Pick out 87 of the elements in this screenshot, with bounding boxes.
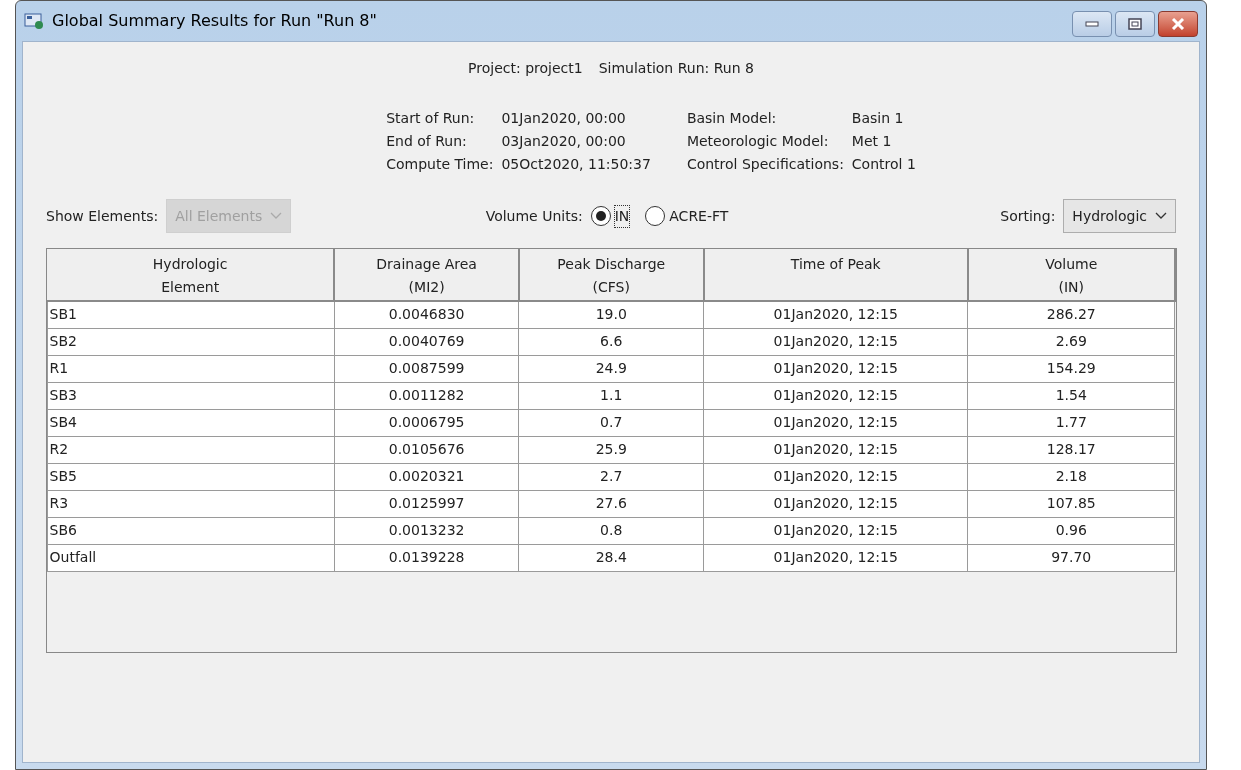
table-cell: 1.54 <box>967 382 1175 409</box>
table-cell: 01Jan2020, 12:15 <box>703 463 968 490</box>
simulation-run-label: Simulation Run: Run 8 <box>598 59 754 78</box>
table-cell: SB5 <box>47 463 335 490</box>
volume-units-label: Volume Units: <box>485 206 583 226</box>
table-cell: 0.0020321 <box>334 463 519 490</box>
table-cell: 25.9 <box>518 436 704 463</box>
table-cell: 2.18 <box>967 463 1175 490</box>
table-cell: 01Jan2020, 12:15 <box>703 328 968 355</box>
close-icon <box>1171 18 1185 30</box>
table-cell: SB3 <box>47 382 335 409</box>
table-cell: 6.6 <box>518 328 704 355</box>
info-label: Basin Model: <box>686 109 778 128</box>
table-cell: R2 <box>47 436 335 463</box>
table-cell: 01Jan2020, 12:15 <box>703 301 968 328</box>
table-cell: 01Jan2020, 12:15 <box>703 436 968 463</box>
radio-label: IN <box>614 205 630 227</box>
table-cell: 2.69 <box>967 328 1175 355</box>
info-value: 05Oct2020, 11:50:37 <box>501 155 651 174</box>
table-cell: SB1 <box>47 301 335 328</box>
radio-button[interactable] <box>645 206 666 226</box>
table-cell: 01Jan2020, 12:15 <box>703 544 968 571</box>
info-label: Control Specifications: <box>686 155 844 174</box>
table-cell: 01Jan2020, 12:15 <box>703 490 968 517</box>
table-cell: SB2 <box>47 328 335 355</box>
table-cell: 0.0013232 <box>334 517 519 544</box>
table-cell: 0.8 <box>518 517 704 544</box>
table-cell: 27.6 <box>518 490 704 517</box>
table-cell: 154.29 <box>967 355 1175 382</box>
maximize-button[interactable] <box>1115 11 1155 37</box>
app-icon <box>24 12 44 30</box>
info-label: End of Run: <box>386 132 468 151</box>
table-cell: 128.17 <box>967 436 1175 463</box>
table-cell: 97.70 <box>967 544 1175 571</box>
minimize-icon <box>1085 21 1099 27</box>
table-cell: 0.96 <box>967 517 1175 544</box>
close-button[interactable] <box>1158 11 1198 37</box>
info-value: Met 1 <box>851 132 893 151</box>
info-value: 01Jan2020, 00:00 <box>501 109 627 128</box>
column-header: Drainage Area (MI2) <box>334 249 519 301</box>
info-label: Compute Time: <box>386 155 494 174</box>
table-cell: 0.0011282 <box>334 382 519 409</box>
table-cell: 0.7 <box>518 409 704 436</box>
caret-icon <box>270 212 283 220</box>
minimize-button[interactable] <box>1072 11 1112 37</box>
project-label: Project: project1 <box>468 59 583 78</box>
table-cell: 01Jan2020, 12:15 <box>703 382 968 409</box>
table-cell: 0.0046830 <box>334 301 519 328</box>
sorting-dropdown[interactable]: Hydrologic <box>1063 199 1176 233</box>
table-cell: 1.77 <box>967 409 1175 436</box>
table-cell: 1.1 <box>518 382 704 409</box>
show-elements-label: Show Elements: <box>46 206 159 226</box>
table-cell: 286.27 <box>967 301 1175 328</box>
radio-button[interactable] <box>590 206 611 226</box>
sorting-label: Sorting: <box>1000 206 1056 226</box>
caret-icon <box>1155 212 1167 220</box>
table-cell: 2.7 <box>518 463 704 490</box>
table-cell: 28.4 <box>518 544 704 571</box>
table-cell: 01Jan2020, 12:15 <box>703 355 968 382</box>
table-cell: 0.0125997 <box>334 490 519 517</box>
window-title: Global Summary Results for Run "Run 8" <box>52 10 377 32</box>
info-label: Start of Run: <box>386 109 476 128</box>
table-cell: 107.85 <box>967 490 1175 517</box>
column-header: Hydrologic Element <box>47 249 335 301</box>
table-cell: 0.0087599 <box>334 355 519 382</box>
table-cell: 19.0 <box>518 301 704 328</box>
info-value: Control 1 <box>851 155 916 174</box>
radio-label: ACRE-FT <box>669 206 729 226</box>
info-label: Meteorologic Model: <box>686 132 830 151</box>
info-value: 03Jan2020, 00:00 <box>501 132 627 151</box>
table-cell: 01Jan2020, 12:15 <box>703 517 968 544</box>
info-value: Basin 1 <box>851 109 905 128</box>
table-cell: SB4 <box>47 409 335 436</box>
column-header: Volume (IN) <box>967 249 1175 301</box>
table-cell: 01Jan2020, 12:15 <box>703 409 968 436</box>
table-cell: Outfall <box>47 544 335 571</box>
column-header: Time of Peak <box>703 249 968 301</box>
column-header: Peak Discharge (CFS) <box>518 249 704 301</box>
table-cell: 0.0105676 <box>334 436 519 463</box>
table-cell: 0.0006795 <box>334 409 519 436</box>
table-cell: SB6 <box>47 517 335 544</box>
table-cell: 0.0139228 <box>334 544 519 571</box>
table-cell: R1 <box>47 355 335 382</box>
table-cell: 24.9 <box>518 355 704 382</box>
table-cell: R3 <box>47 490 335 517</box>
table-cell: 0.0040769 <box>334 328 519 355</box>
maximize-icon <box>1128 18 1142 30</box>
